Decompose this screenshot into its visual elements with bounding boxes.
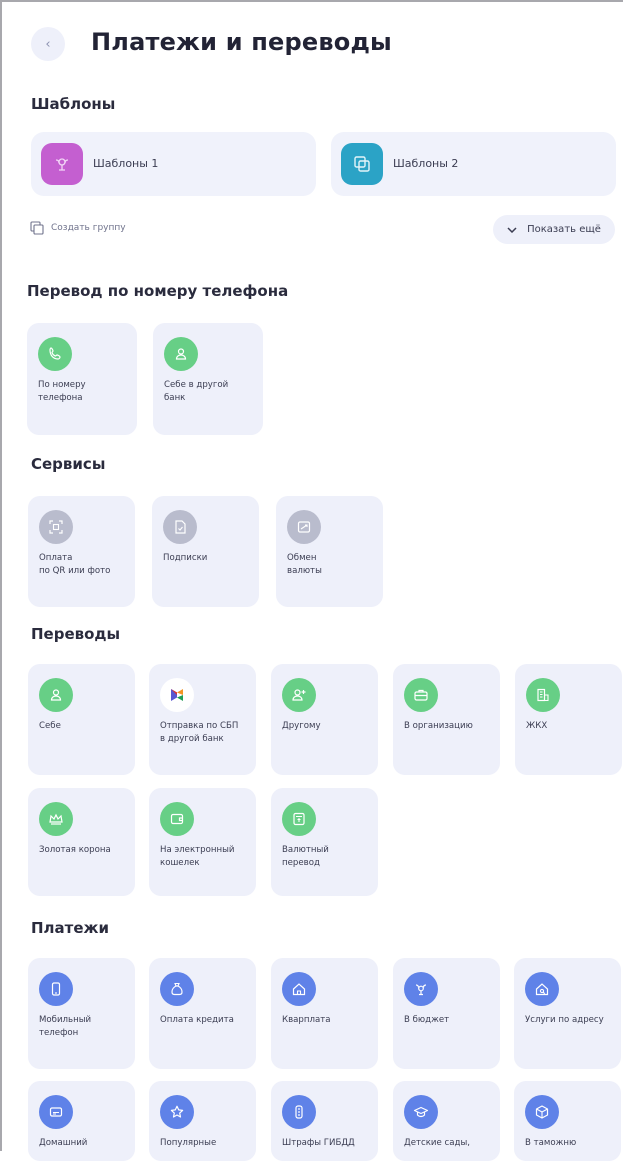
- card-organization[interactable]: В организацию: [393, 664, 500, 775]
- card-other-person[interactable]: Другому: [271, 664, 378, 775]
- transfers-heading: Переводы: [31, 625, 121, 643]
- house-search-icon: [525, 972, 559, 1006]
- star-icon: [160, 1095, 194, 1129]
- template-card-2[interactable]: Шаблоны 2: [331, 132, 616, 196]
- template-label-2: Шаблоны 2: [393, 157, 459, 170]
- show-more-label: Показать ещё: [527, 224, 601, 235]
- card-budget-label: В бюджет: [404, 1015, 450, 1025]
- card-subscriptions-label: Подписки: [163, 553, 208, 563]
- services-heading: Сервисы: [31, 455, 106, 473]
- template-card-1[interactable]: Шаблоны 1: [31, 132, 316, 196]
- card-e-wallet-label: На электронный кошелек: [160, 845, 235, 868]
- card-customs[interactable]: В таможню: [514, 1081, 621, 1161]
- card-kindergartens-label: Детские сады,: [404, 1138, 470, 1148]
- mobile-icon: [39, 972, 73, 1006]
- crown-icon: [39, 802, 73, 836]
- card-traffic-fines-label: Штрафы ГИБДД: [282, 1138, 355, 1148]
- templates-heading: Шаблоны: [31, 95, 116, 113]
- card-address-services-label: Услуги по адресу: [525, 1015, 604, 1025]
- card-qr-pay[interactable]: Оплата по QR или фото: [28, 496, 135, 607]
- wallet-icon: [160, 802, 194, 836]
- card-currency-transfer-label: Валютный перевод: [282, 845, 329, 868]
- card-subscriptions[interactable]: Подписки: [152, 496, 259, 607]
- phone-icon: [38, 337, 72, 371]
- card-sbp[interactable]: Отправка по СБП в другой банк: [149, 664, 256, 775]
- briefcase-icon: [404, 678, 438, 712]
- card-zhkh[interactable]: ЖКХ: [515, 664, 622, 775]
- card-zhkh-label: ЖКХ: [526, 721, 548, 731]
- document-icon: [163, 510, 197, 544]
- money-bag-icon: [160, 972, 194, 1006]
- phone-transfer-heading: Перевод по номеру телефона: [27, 282, 289, 300]
- card-organization-label: В организацию: [404, 721, 473, 731]
- card-mobile-label: Мобильный телефон: [39, 1015, 92, 1038]
- emblem-icon: [404, 972, 438, 1006]
- card-golden-crown[interactable]: Золотая корона: [28, 788, 135, 896]
- router-icon: [39, 1095, 73, 1129]
- person-add-icon: [282, 678, 316, 712]
- card-qr-pay-label: Оплата по QR или фото: [39, 553, 111, 576]
- payments-heading: Платежи: [31, 919, 109, 937]
- card-address-services[interactable]: Услуги по адресу: [514, 958, 621, 1069]
- create-group-label: Создать группу: [51, 223, 126, 233]
- back-button[interactable]: ‹: [31, 27, 65, 61]
- card-self-other-bank[interactable]: Себе в другой банк: [153, 323, 263, 435]
- card-by-phone-label: По номеру телефона: [38, 380, 86, 403]
- card-budget[interactable]: В бюджет: [393, 958, 500, 1069]
- card-self-other-bank-label: Себе в другой банк: [164, 380, 229, 403]
- currency-doc-icon: [282, 802, 316, 836]
- template-label-1: Шаблоны 1: [93, 157, 159, 170]
- card-home-label: Домашний: [39, 1138, 88, 1148]
- page-title: Платежи и переводы: [91, 28, 392, 56]
- card-rent[interactable]: Кварплата: [271, 958, 378, 1069]
- sbp-logo-icon: [160, 678, 194, 712]
- template-flower-icon: [41, 143, 83, 185]
- chevron-left-icon: ‹: [45, 36, 51, 52]
- card-rent-label: Кварплата: [282, 1015, 331, 1025]
- card-customs-label: В таможню: [525, 1138, 577, 1148]
- card-kindergartens[interactable]: Детские сады,: [393, 1081, 500, 1161]
- card-self-label: Себе: [39, 721, 61, 731]
- card-loan-payment[interactable]: Оплата кредита: [149, 958, 256, 1069]
- building-icon: [526, 678, 560, 712]
- card-popular-label: Популярные: [160, 1138, 217, 1148]
- traffic-light-icon: [282, 1095, 316, 1129]
- card-currency-transfer[interactable]: Валютный перевод: [271, 788, 378, 896]
- card-golden-crown-label: Золотая корона: [39, 845, 111, 855]
- card-e-wallet[interactable]: На электронный кошелек: [149, 788, 256, 896]
- person-icon: [39, 678, 73, 712]
- package-icon: [525, 1095, 559, 1129]
- show-more-button[interactable]: Показать ещё: [493, 215, 615, 244]
- currency-exchange-icon: [287, 510, 321, 544]
- card-loan-payment-label: Оплата кредита: [160, 1015, 234, 1025]
- card-other-person-label: Другому: [282, 721, 321, 731]
- person-icon: [164, 337, 198, 371]
- copy-icon: [341, 143, 383, 185]
- card-currency-exchange[interactable]: Обмен валюты: [276, 496, 383, 607]
- chevron-down-icon: [507, 226, 517, 233]
- card-traffic-fines[interactable]: Штрафы ГИБДД: [271, 1081, 378, 1161]
- card-mobile[interactable]: Мобильный телефон: [28, 958, 135, 1069]
- house-icon: [282, 972, 316, 1006]
- card-sbp-label: Отправка по СБП в другой банк: [160, 721, 239, 744]
- qr-scan-icon: [39, 510, 73, 544]
- card-by-phone[interactable]: По номеру телефона: [27, 323, 137, 435]
- card-popular[interactable]: Популярные: [149, 1081, 256, 1161]
- group-icon: [30, 221, 44, 235]
- card-self[interactable]: Себе: [28, 664, 135, 775]
- create-group-button[interactable]: Создать группу: [30, 221, 126, 235]
- card-currency-exchange-label: Обмен валюты: [287, 553, 322, 576]
- graduation-cap-icon: [404, 1095, 438, 1129]
- card-home[interactable]: Домашний: [28, 1081, 135, 1161]
